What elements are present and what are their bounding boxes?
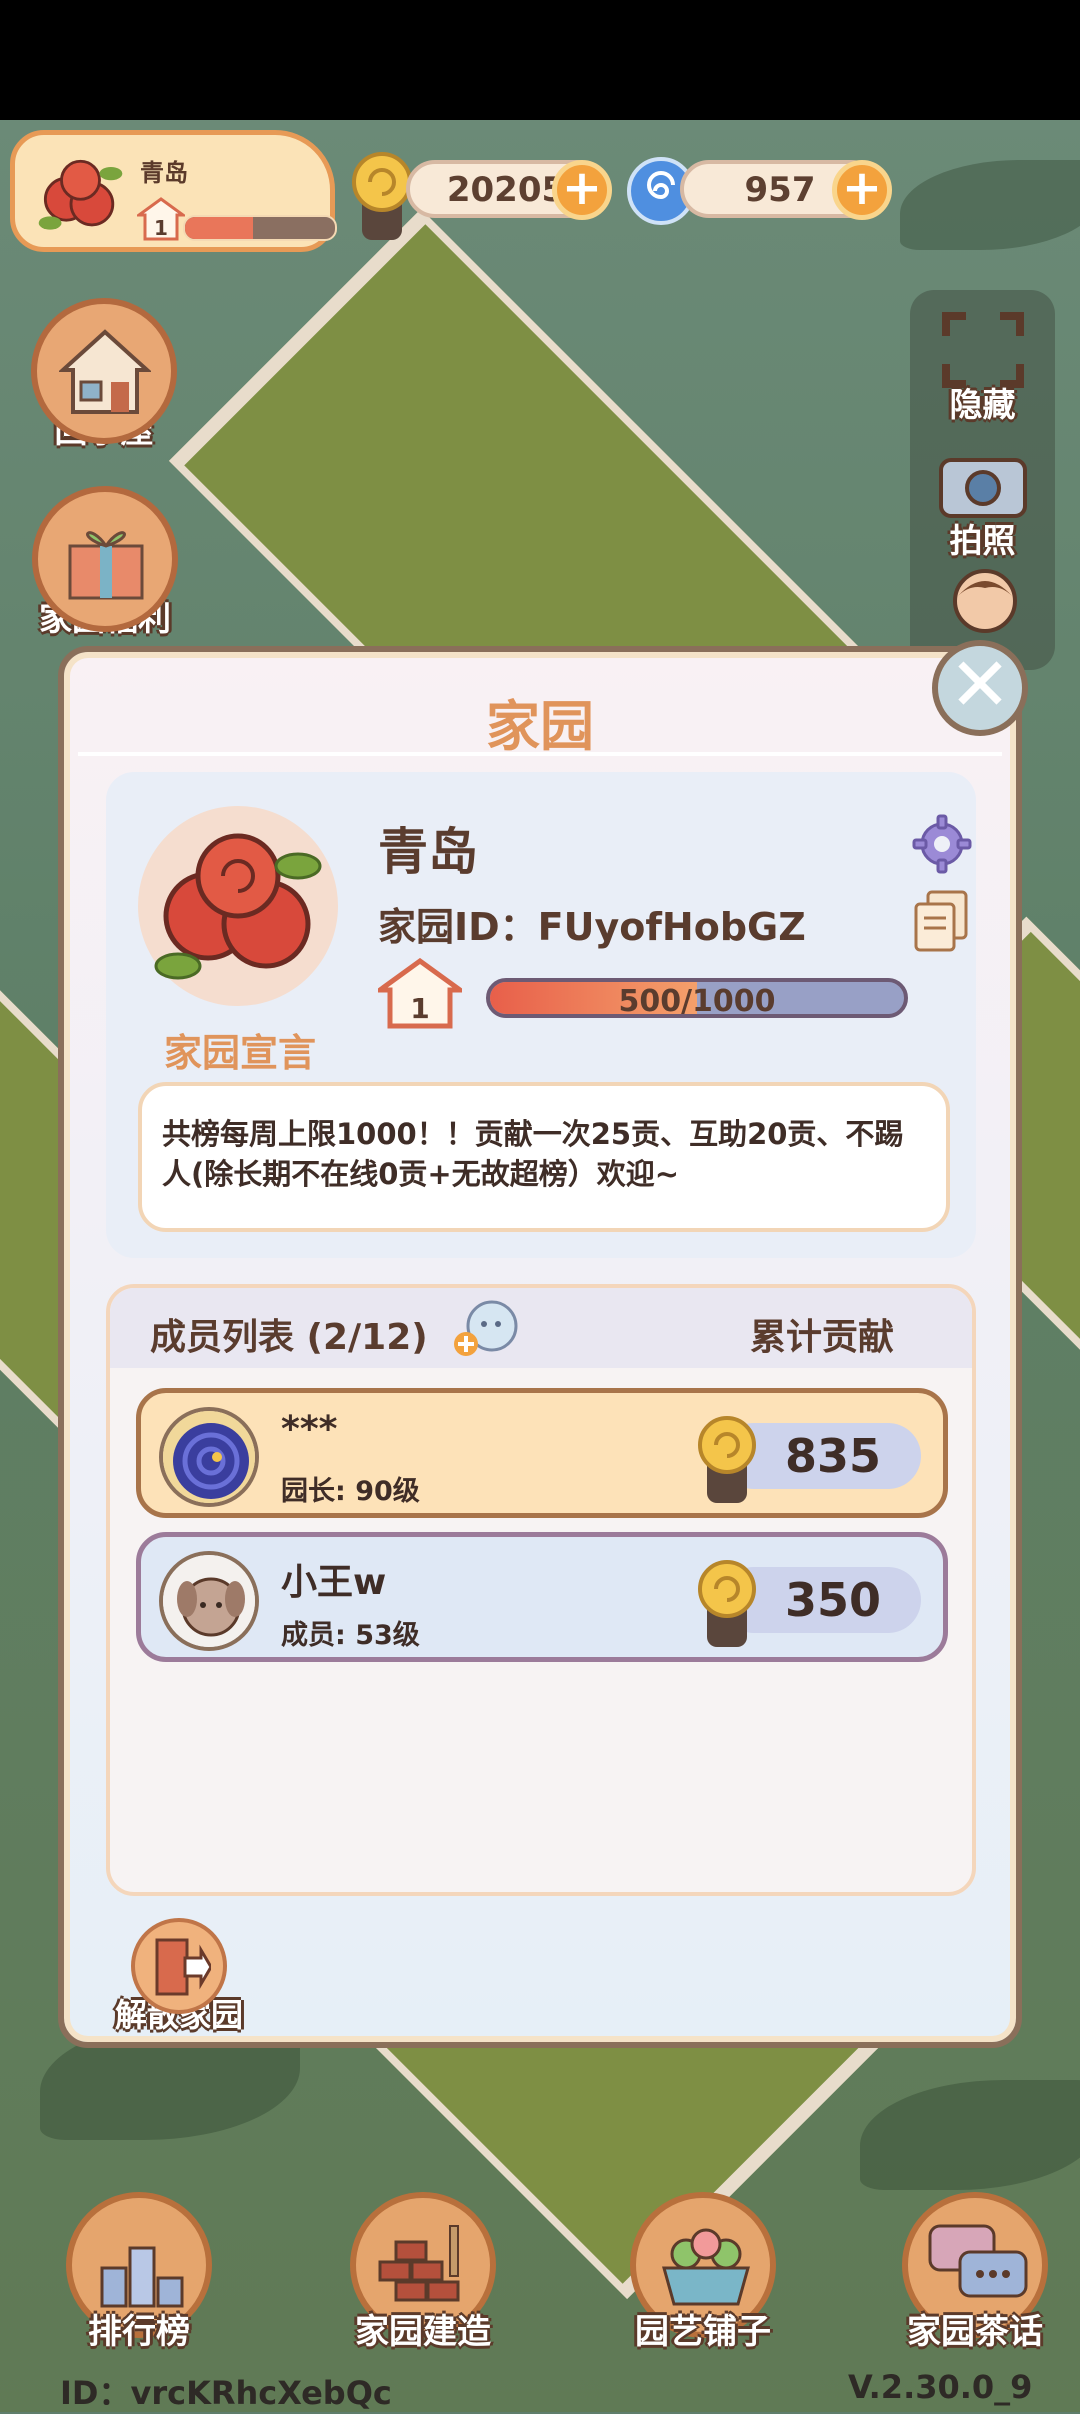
home-info-card: 青岛 家园ID：FUyofHobGZ 1 500/1000 家园宣言 共榜每周上… [106, 772, 976, 1258]
copy-icon[interactable] [914, 890, 968, 952]
member-name: 小王w [281, 1562, 387, 1603]
home-id: 家园ID：FUyofHobGZ [378, 905, 806, 949]
foliage-decoration [900, 160, 1080, 250]
member-role: 园长: 90级 [281, 1476, 420, 1507]
svg-text:1: 1 [154, 216, 168, 240]
dialog-title: 家园 [486, 695, 594, 758]
member-avatar [159, 1551, 259, 1651]
nav-home-build-label: 家园建造 [355, 2312, 491, 2352]
svg-text:1: 1 [410, 992, 429, 1025]
home-experience-text: 500/1000 [618, 984, 776, 1018]
nav-leaderboard[interactable]: 排行榜 [54, 2192, 224, 2352]
level-house-icon: 1 [137, 197, 185, 241]
settings-gear-icon[interactable] [912, 814, 972, 874]
manifesto-box[interactable]: 共榜每周上限1000！！贡献一次25贡、互助20贡、不踢人(除长期不在线0贡+无… [138, 1082, 950, 1232]
spiral-avatar-icon [163, 1411, 255, 1503]
nav-garden-shop[interactable]: 园艺铺子 [618, 2192, 788, 2352]
back-home-button[interactable]: 回小屋 [24, 298, 184, 452]
member-row-leader[interactable]: *** 园长: 90级 835 [136, 1388, 948, 1518]
snail-coin-icon [698, 1560, 756, 1647]
hide-ui-button[interactable]: 隐藏 [910, 310, 1055, 426]
version-text: V.2.30.0_9 [848, 2368, 1033, 2406]
close-icon: ✕ [948, 642, 1011, 728]
member-list-title: 成员列表 (2/12) [150, 1317, 428, 1358]
player-name: 青岛 [140, 159, 188, 187]
disband-home-button[interactable]: 解散家园 [104, 1918, 254, 2036]
manifesto-label: 家园宣言 [164, 1031, 317, 1075]
photo-button[interactable]: 拍照 [910, 446, 1055, 562]
home-garden-dialog: 家园 青岛 家园ID：FUyofHobGZ 1 500/1000 家园宣言 共榜… [58, 646, 1022, 2048]
member-row[interactable]: 小王w 成员: 53级 350 [136, 1532, 948, 1662]
nav-home-chat-label: 家园茶话 [907, 2312, 1043, 2352]
exit-door-icon [155, 1938, 211, 1996]
member-list-card: 成员列表 (2/12) 累计贡献 *** 园长: 90级 835 小王w 成员:… [106, 1284, 976, 1896]
snail-coin-icon [698, 1416, 756, 1503]
nav-home-chat[interactable]: 家园茶话 [890, 2192, 1060, 2352]
home-experience-bar: 500/1000 [486, 978, 908, 1018]
leaderboard-icon [100, 2246, 184, 2308]
player-level-bar [183, 215, 337, 241]
camera-icon [938, 458, 1027, 518]
rose-avatar-icon [154, 833, 322, 980]
chat-icon [928, 2224, 1028, 2298]
hide-ui-label: 隐藏 [949, 385, 1016, 424]
photo-label: 拍照 [949, 521, 1016, 560]
manifesto-text: 共榜每周上限1000！！贡献一次25贡、互助20贡、不踢人(除长期不在线0贡+无… [162, 1117, 904, 1191]
add-spiral-button[interactable]: + [832, 160, 892, 220]
nav-leaderboard-label: 排行榜 [88, 2312, 190, 2352]
player-id-text: ID：vrcKRhcXebQc [60, 2374, 392, 2412]
home-avatar[interactable] [138, 806, 338, 1006]
home-welfare-button[interactable]: 家园福利 [20, 486, 190, 640]
avatar-icon [953, 569, 1017, 633]
contribution-header: 累计贡献 [750, 1317, 895, 1358]
brick-build-icon [378, 2225, 460, 2302]
nav-home-build[interactable]: 家园建造 [338, 2192, 508, 2352]
character-button[interactable] [945, 566, 1025, 640]
gift-icon [68, 531, 144, 600]
member-role: 成员: 53级 [281, 1620, 420, 1651]
flower-shop-icon [662, 2228, 750, 2306]
home-name: 青岛 [378, 823, 478, 881]
house-icon [59, 329, 151, 414]
status-bar [0, 0, 1080, 120]
add-member-icon[interactable] [450, 1298, 520, 1362]
puppy-avatar-icon [163, 1555, 255, 1647]
close-dialog-button[interactable]: ✕ [932, 640, 1028, 736]
add-coins-button[interactable]: + [552, 160, 612, 220]
member-avatar [159, 1407, 259, 1507]
nav-garden-shop-label: 园艺铺子 [635, 2312, 771, 2352]
member-name: *** [281, 1409, 338, 1450]
title-divider [78, 752, 1002, 756]
foliage-decoration [860, 2080, 1080, 2190]
rose-avatar-icon [38, 159, 123, 230]
home-level-house-icon: 1 [378, 958, 462, 1029]
player-profile-card[interactable]: 青岛 1 [10, 130, 337, 252]
